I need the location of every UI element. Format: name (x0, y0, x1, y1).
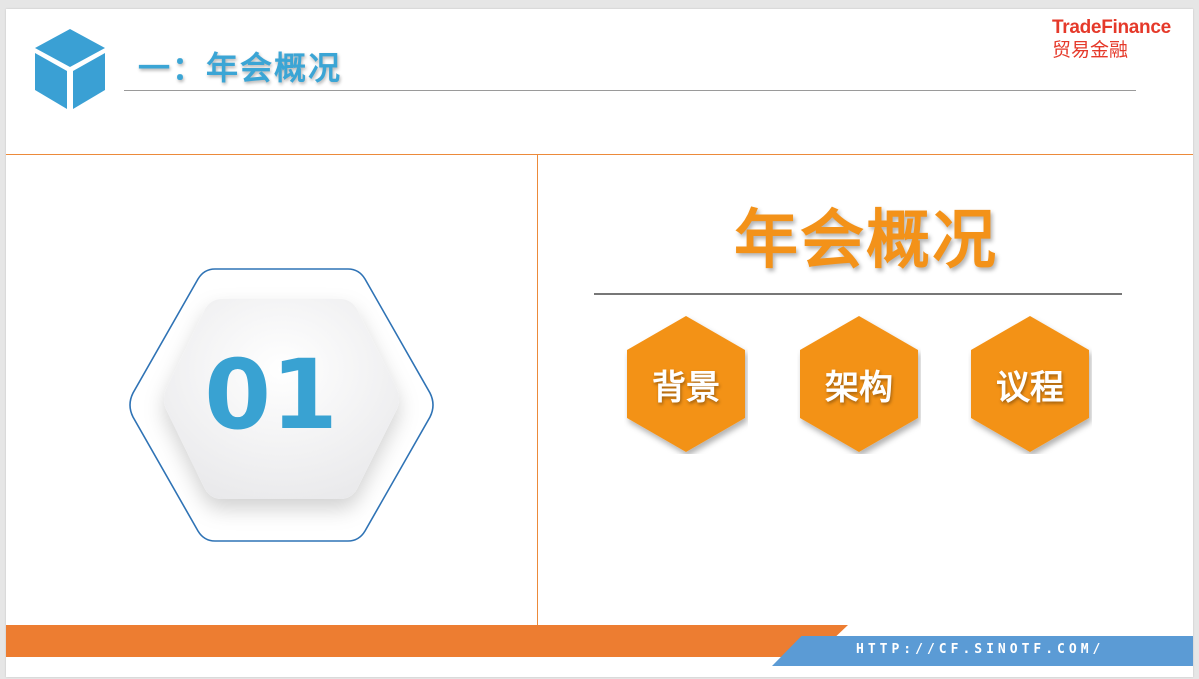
section-title-divider (594, 293, 1122, 295)
hex-item-structure[interactable]: 架构 (797, 314, 921, 454)
horizontal-divider (6, 154, 1193, 155)
page-title: 一：年会概况 (138, 49, 343, 87)
section-number: 01 (204, 339, 338, 451)
footer-url[interactable]: HTTP://CF.SINOTF.COM/ (856, 642, 1104, 657)
brand-name-cn: 贸易金融 (1052, 39, 1129, 61)
hex-item-background[interactable]: 背景 (624, 314, 748, 454)
title-divider (124, 90, 1136, 91)
vertical-divider (537, 155, 538, 625)
brand-logo: TradeFinance 贸易金融 (1052, 17, 1188, 61)
hex-item-label: 背景 (652, 367, 720, 408)
brand-name-en: TradeFinance (1052, 17, 1171, 38)
cube-icon (35, 29, 105, 109)
section-title: 年会概况 (734, 204, 998, 278)
hex-item-label: 架构 (825, 367, 893, 408)
footer-orange-bar (6, 625, 848, 657)
hex-item-label: 议程 (996, 367, 1064, 408)
slide: 一：年会概况 TradeFinance 贸易金融 01 年会概况 背景 架构 议… (6, 9, 1193, 677)
hex-item-agenda[interactable]: 议程 (968, 314, 1092, 454)
